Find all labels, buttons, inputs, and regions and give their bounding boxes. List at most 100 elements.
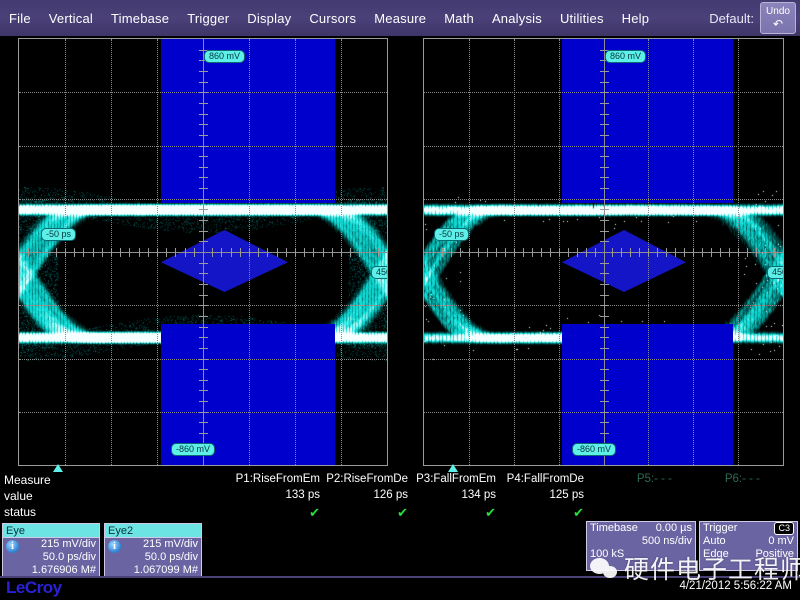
menu-item-trigger[interactable]: Trigger xyxy=(178,9,238,28)
grid-tick xyxy=(323,248,324,257)
grid-tick xyxy=(600,167,609,168)
grid-tick xyxy=(600,188,609,189)
mask-band-top-left xyxy=(161,39,335,203)
grid-tick xyxy=(600,348,609,349)
cursor-tag-left-time-right[interactable]: 450 ps xyxy=(370,266,387,279)
grid-tick xyxy=(600,273,609,274)
grid-tick xyxy=(612,248,613,257)
menu-item-cursors[interactable]: Cursors xyxy=(300,9,365,28)
grid-tick xyxy=(74,248,75,257)
grid-tick xyxy=(675,248,676,257)
grid-tick xyxy=(221,248,222,257)
grid-tick xyxy=(600,284,609,285)
cursor-tag-right-time-left[interactable]: -50 ps xyxy=(434,228,470,241)
grid-tick xyxy=(199,114,208,115)
menu-item-vertical[interactable]: Vertical xyxy=(40,9,102,28)
grid-tick xyxy=(765,248,766,257)
grid-tick xyxy=(139,248,140,257)
cursor-tag-right-volt-top[interactable]: 860 mV xyxy=(605,50,647,63)
grid-tick xyxy=(577,248,578,257)
descriptor-eye1[interactable]: Eye i 215 mV/div 50.0 ps/div 1.676906 M# xyxy=(2,523,100,579)
grid-tick xyxy=(199,167,208,168)
grid-tick xyxy=(756,248,757,257)
grid-tick xyxy=(657,248,658,257)
cursor-tag-left-volt-bottom[interactable]: -860 mV xyxy=(171,443,216,456)
trigger-marker-left[interactable] xyxy=(53,464,63,472)
grid-tick xyxy=(199,231,208,232)
grid-tick xyxy=(199,188,208,189)
menu-item-utilities[interactable]: Utilities xyxy=(551,9,613,28)
grid-tick xyxy=(630,248,631,257)
menu-item-math[interactable]: Math xyxy=(435,9,483,28)
grid-tick xyxy=(166,248,167,257)
menu-item-timebase[interactable]: Timebase xyxy=(102,9,178,28)
grid-tick xyxy=(199,305,208,306)
grid-tick xyxy=(304,248,305,257)
menu-item-help[interactable]: Help xyxy=(613,9,659,28)
grid-tick xyxy=(487,248,488,257)
grid-tick xyxy=(93,248,94,257)
grid-tick xyxy=(185,248,186,257)
grid-tick xyxy=(47,248,48,257)
descriptor-timebase-delay: 0.00 µs xyxy=(655,522,692,534)
cursor-tag-left-time-left[interactable]: -50 ps xyxy=(41,228,77,241)
grid-tick xyxy=(120,248,121,257)
descriptor-eye1-time: 50.0 ps/div xyxy=(42,551,96,563)
grid-tick xyxy=(199,433,208,434)
menu-item-analysis[interactable]: Analysis xyxy=(483,9,551,28)
grid-left[interactable]: -50 ps 450 ps 860 mV -860 mV Ey xyxy=(18,38,388,466)
descriptor-timebase-rate: 100 kS xyxy=(590,548,625,560)
grid-tick xyxy=(175,248,176,257)
descriptor-trigger-mode-row: Auto 0 mV xyxy=(700,535,797,548)
grid-tick xyxy=(369,248,370,257)
measure-header-p7[interactable]: P7:- - - xyxy=(723,473,800,485)
descriptor-trigger-badge[interactable]: C3 xyxy=(774,522,794,535)
grid-tick xyxy=(600,199,609,200)
undo-button[interactable]: Undo ↶ xyxy=(760,2,796,34)
grid-tick xyxy=(559,248,560,257)
grid-tick xyxy=(693,248,694,257)
grid-tick xyxy=(600,263,609,264)
grid-tick xyxy=(621,248,622,257)
grid-tick xyxy=(378,248,379,257)
descriptor-eye2[interactable]: Eye2 i 215 mV/div 50.0 ps/div 1.067099 M… xyxy=(104,523,202,579)
grid-right[interactable]: -50 ps 450 ps 860 mV -860 mV Ey xyxy=(423,38,784,466)
grid-tick xyxy=(702,248,703,257)
menu-item-measure[interactable]: Measure xyxy=(365,9,435,28)
descriptor-timebase[interactable]: Timebase 0.00 µs 500 ns/div 100 kS xyxy=(586,521,696,571)
grid-tick xyxy=(157,248,158,257)
menu-item-display[interactable]: Display xyxy=(238,9,300,28)
grid-tick xyxy=(199,209,208,210)
grid-tick xyxy=(747,248,748,257)
cursor-tag-left-volt-top[interactable]: 860 mV xyxy=(204,50,246,63)
menu-item-file[interactable]: File xyxy=(0,9,40,28)
measure-row-label-value: value xyxy=(4,489,33,503)
cursor-tag-right-volt-bottom[interactable]: -860 mV xyxy=(572,443,617,456)
info-icon[interactable]: i xyxy=(6,540,19,553)
grid-tick xyxy=(600,231,609,232)
grid-tick xyxy=(738,248,739,257)
descriptor-trigger[interactable]: Trigger C3 Auto 0 mV Edge Positive xyxy=(699,521,798,571)
grid-tick xyxy=(341,248,342,257)
grid-tick xyxy=(37,248,38,257)
trigger-marker-right[interactable] xyxy=(448,464,458,472)
descriptor-eye2-title: Eye2 xyxy=(105,524,201,538)
info-icon[interactable]: i xyxy=(108,540,121,553)
undo-button-label: Undo xyxy=(766,5,790,17)
grid-tick xyxy=(249,248,250,257)
grid-tick xyxy=(442,248,443,257)
datetime-display: 4/21/2012 5:56:22 AM xyxy=(679,580,792,592)
grid-tick xyxy=(199,359,208,360)
grid-tick xyxy=(199,92,208,93)
grid-tick xyxy=(199,284,208,285)
grid-tick xyxy=(267,248,268,257)
footer-bar: LeCroy 4/21/2012 5:56:22 AM xyxy=(0,576,800,600)
cursor-tag-right-time-right[interactable]: 450 ps xyxy=(766,266,783,279)
grid-tick xyxy=(600,177,609,178)
measure-status-row: status ✔ ✔ ✔ ✔ xyxy=(0,505,800,521)
grid-tick xyxy=(600,359,609,360)
grid-tick xyxy=(774,248,775,257)
descriptor-trigger-level: 0 mV xyxy=(768,535,794,547)
grid-tick xyxy=(199,380,208,381)
grid-tick xyxy=(600,209,609,210)
